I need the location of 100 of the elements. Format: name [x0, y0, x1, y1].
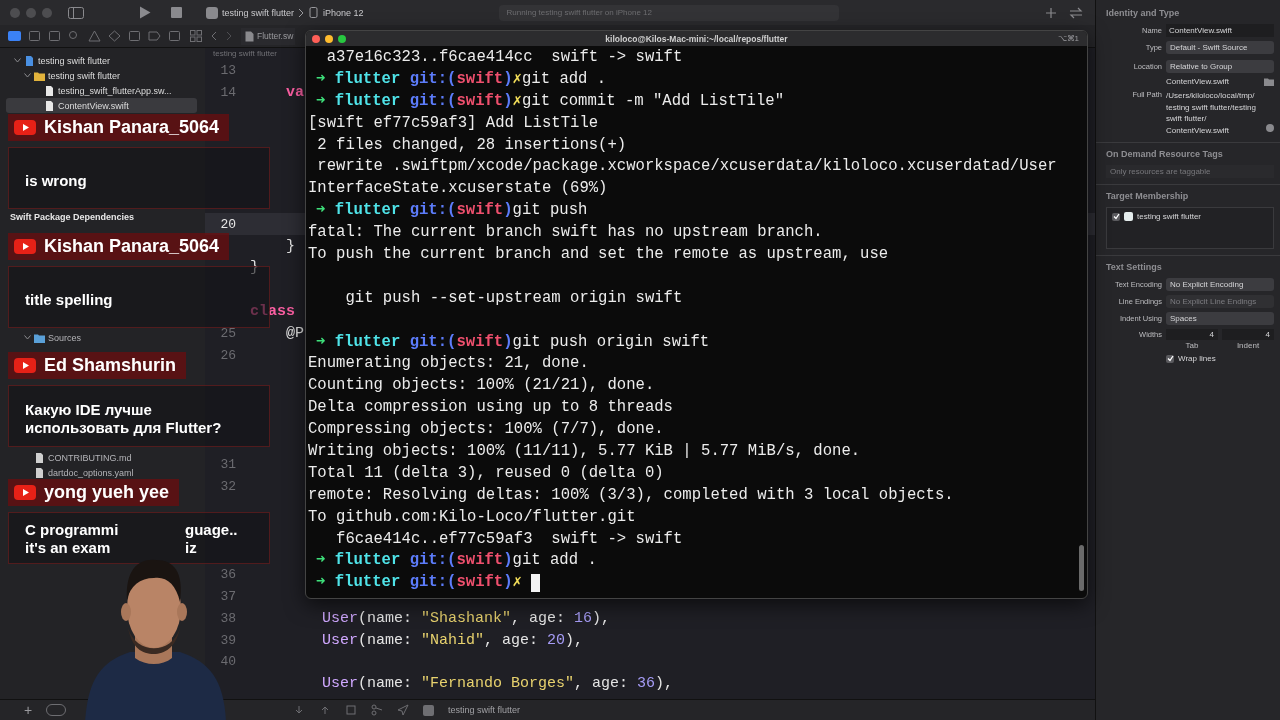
minimize-button[interactable]: [325, 34, 333, 43]
file-tree-item[interactable]: testing swift flutter: [6, 53, 197, 68]
dropdown[interactable]: Spaces: [1166, 312, 1274, 325]
file-tree-item[interactable]: testing swift flutter: [6, 68, 197, 83]
youtube-icon: [14, 239, 36, 254]
app-icon: [1124, 212, 1133, 221]
dropdown[interactable]: No Explicit Encoding: [1166, 278, 1274, 291]
message-text: C programmi: [25, 521, 120, 539]
tab-width-stepper[interactable]: 4: [1166, 329, 1218, 340]
debug-tab-icon[interactable]: [127, 30, 141, 42]
grid-icon[interactable]: [190, 30, 202, 42]
terminal-output: fatal: The current branch swift has no upstream branch.: [308, 222, 823, 244]
terminal-prompt: ➜ flutter git:(swift)git add .: [315, 550, 597, 572]
terminal-output: 2 files changed, 28 insertions(+): [316, 134, 627, 156]
chevron-down-icon[interactable]: [14, 57, 21, 64]
terminal-prompt: ➜ flutter git:(swift)✗git commit -m "Add ListTile": [315, 90, 784, 112]
terminal-output: Total 11 (delta 3), reused 0 (delta 0): [308, 462, 664, 484]
location-dropdown[interactable]: Relative to Group: [1166, 60, 1274, 73]
step-icon[interactable]: [293, 705, 305, 715]
youtube-icon: [14, 120, 36, 135]
terminal-prompt: ➜ flutter git:(swift)✗: [315, 572, 522, 594]
file-icon: [44, 85, 55, 96]
folder-icon: [34, 70, 45, 81]
test-tab-icon[interactable]: [107, 30, 121, 42]
file-tree-item[interactable]: CONTRIBUTING.md: [6, 450, 197, 465]
folder-icon: [34, 332, 45, 343]
line-number: 37: [220, 588, 236, 604]
add-icon[interactable]: [1045, 6, 1057, 19]
name-field[interactable]: ContentView.swift: [1166, 24, 1274, 37]
editor-tab[interactable]: Flutter.sw: [241, 27, 296, 45]
app-icon: [423, 704, 434, 716]
stepper-caption: Indent: [1235, 341, 1261, 350]
breakpoint-tab-icon[interactable]: [147, 30, 161, 42]
code-line: }: [249, 259, 259, 277]
location-icon[interactable]: [397, 704, 409, 716]
folder-icon[interactable]: [1264, 77, 1274, 86]
code-line: }: [285, 237, 295, 255]
terminal-output: rewrite .swiftpm/xcode/package.xcworkspace/xcuserdata/kiloloco.xcuserdatad/User: [316, 156, 1057, 178]
scheme-selector[interactable]: testing swift flutter iPhone 12: [206, 6, 364, 19]
terminal-output: Compressing objects: 100% (7/7), done.: [308, 419, 664, 441]
file-icon: [245, 30, 254, 42]
back-icon[interactable]: [211, 31, 217, 41]
section-title: Target Membership: [1106, 191, 1190, 201]
code-line: @P: [285, 325, 304, 343]
line-number: 26: [220, 348, 236, 363]
checkbox-label: Wrap lines: [1178, 354, 1216, 363]
code-line: class: [249, 303, 295, 321]
line-number: 36: [220, 566, 236, 582]
app-icon: [206, 6, 218, 19]
add-button[interactable]: +: [24, 702, 33, 718]
file-tree-item[interactable]: ContentView.swift: [6, 98, 197, 113]
source-tab-icon[interactable]: [27, 30, 41, 42]
terminal-output: [swift ef77c59af3] Add ListTile: [308, 112, 599, 134]
run-icon[interactable]: [139, 6, 151, 19]
zoom-button[interactable]: [338, 34, 346, 43]
section-header: Swift Package Dependencies: [9, 211, 136, 223]
close-button[interactable]: [312, 34, 320, 43]
terminal-output: Enumerating objects: 21, done.: [308, 353, 589, 375]
stepper-caption: Tab: [1184, 341, 1200, 350]
chevron-down-icon[interactable]: [24, 334, 31, 341]
line-number: 38: [220, 610, 236, 626]
scrollbar[interactable]: [1079, 545, 1084, 591]
step-icon[interactable]: [319, 705, 331, 715]
target-label: testing swift flutter: [448, 705, 521, 715]
file-tree-item[interactable]: Sources: [6, 330, 197, 345]
terminal-output: f6cae414c..ef77c59af3 swift -> swift: [335, 528, 683, 550]
code-line: User(name: "Shashank", age: 16),: [321, 609, 611, 627]
line-number: 40: [220, 654, 236, 670]
report-tab-icon[interactable]: [167, 30, 181, 42]
terminal-output: git push --set-upstream origin swift: [344, 287, 683, 309]
terminal-output: Writing objects: 100% (11/11), 5.77 KiB | 5.77 MiB/s, done.: [308, 441, 861, 463]
checkbox[interactable]: [1166, 354, 1174, 363]
sidebar-toggle-icon[interactable]: [68, 6, 84, 19]
chat-author: Kishan Panara_5064: [44, 236, 220, 257]
message-text: guage..: [185, 521, 239, 539]
checkbox[interactable]: [1112, 212, 1120, 221]
project-tab-icon[interactable]: [7, 30, 21, 42]
forward-icon[interactable]: [226, 31, 232, 41]
file-icon: [44, 100, 55, 111]
chat-author: Kishan Panara_5064: [44, 117, 220, 138]
file-icon: [34, 452, 45, 463]
swap-icon[interactable]: [1069, 6, 1083, 19]
terminal-prompt: ➜ flutter git:(swift)✗git add .: [315, 68, 607, 90]
chat-author: Ed Shamshurin: [44, 355, 177, 376]
message-text: iz: [185, 539, 198, 557]
file-tree-item[interactable]: dartdoc_options.yaml: [6, 465, 197, 480]
terminal-output: a37e16c323..f6cae414cc swift -> swift: [325, 47, 683, 68]
filter-icon[interactable]: [46, 704, 67, 716]
symbol-tab-icon[interactable]: [47, 30, 61, 42]
code-line: va: [285, 84, 304, 102]
terminal-prompt: ➜ flutter git:(swift)git push origin swift: [315, 331, 710, 353]
issue-tab-icon[interactable]: [87, 30, 101, 42]
indent-width-stepper[interactable]: 4: [1222, 329, 1274, 340]
type-dropdown[interactable]: Default - Swift Source: [1166, 41, 1274, 54]
chevron-down-icon[interactable]: [24, 72, 31, 79]
section-title: On Demand Resource Tags: [1106, 149, 1224, 159]
file-tree-item[interactable]: testing_swift_flutterApp.sw...: [6, 83, 197, 98]
youtube-icon: [14, 358, 36, 373]
message-text: Какую IDE лучше: [25, 401, 153, 419]
line-number: 13: [220, 63, 236, 79]
